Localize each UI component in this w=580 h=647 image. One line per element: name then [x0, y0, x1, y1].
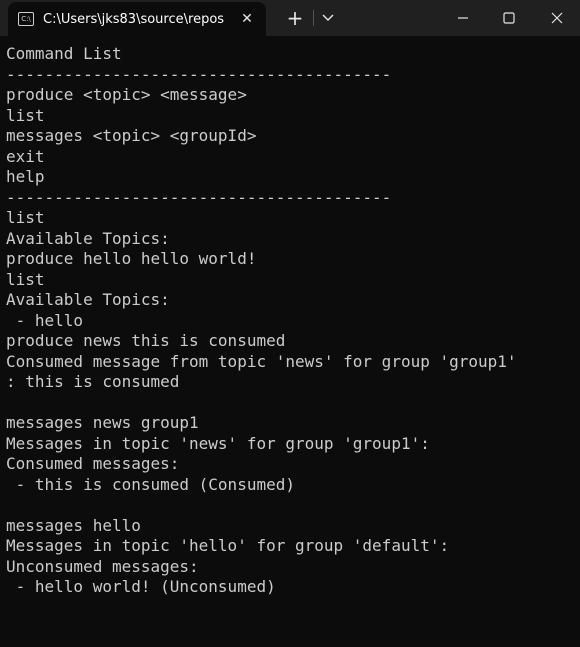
- terminal-line: - hello world! (Unconsumed): [6, 577, 276, 596]
- terminal-line: list: [6, 269, 45, 289]
- terminal-line: Consumed message from topic 'news' for g…: [6, 351, 517, 371]
- terminal-line: exit: [6, 146, 45, 166]
- terminal-line: - hello: [6, 310, 84, 330]
- terminal-line: list: [6, 208, 45, 227]
- maximize-icon: [503, 12, 515, 24]
- terminal-line: messages hello: [6, 515, 141, 535]
- terminal-line: list: [6, 105, 45, 125]
- terminal-line: : this is consumed: [6, 372, 180, 391]
- tab-title: C:\Users\jks83\source\repos: [43, 11, 225, 27]
- terminal-line: Consumed messages:: [6, 454, 180, 473]
- terminal-line: produce news this is consumed: [6, 331, 286, 350]
- tab-divider: [313, 10, 314, 26]
- terminal-line: Command List: [6, 44, 122, 63]
- terminal-line: messages <topic> <groupId>: [6, 126, 257, 145]
- terminal-line: Available Topics:: [6, 228, 170, 248]
- minimize-icon: [458, 17, 468, 19]
- close-tab-icon[interactable]: ✕: [238, 10, 256, 28]
- terminal-tab[interactable]: C:\ C:\Users\jks83\source\repos ✕: [8, 2, 266, 36]
- close-icon: [551, 12, 563, 24]
- terminal-line: produce hello hello world!: [6, 249, 257, 268]
- terminal-line: ----------------------------------------: [6, 187, 392, 207]
- terminal-line: Messages in topic 'hello' for group 'def…: [6, 536, 450, 555]
- minimize-button[interactable]: [440, 0, 486, 36]
- close-window-button[interactable]: [534, 0, 580, 36]
- terminal-line: Unconsumed messages:: [6, 556, 199, 576]
- terminal-line: help: [6, 167, 45, 186]
- terminal-line: - this is consumed (Consumed): [6, 474, 295, 494]
- maximize-button[interactable]: [486, 0, 532, 36]
- terminal-output[interactable]: Command List ---------------------------…: [0, 36, 580, 647]
- terminal-icon: C:\: [18, 12, 34, 26]
- new-tab-button[interactable]: +: [283, 6, 307, 30]
- terminal-line: Messages in topic 'news' for group 'grou…: [6, 433, 430, 453]
- terminal-line: ----------------------------------------: [6, 64, 392, 84]
- terminal-line: produce <topic> <message>: [6, 85, 247, 104]
- chevron-down-icon[interactable]: [318, 8, 338, 28]
- terminal-line: messages news group1: [6, 413, 199, 432]
- terminal-line: Available Topics:: [6, 290, 170, 309]
- title-bar: C:\ C:\Users\jks83\source\repos ✕ +: [0, 0, 580, 36]
